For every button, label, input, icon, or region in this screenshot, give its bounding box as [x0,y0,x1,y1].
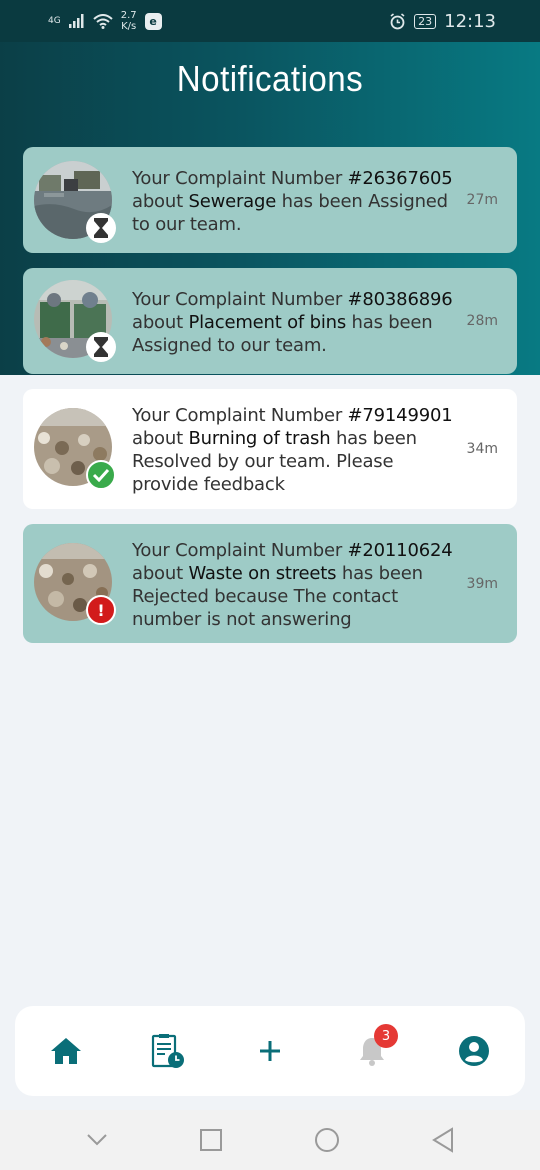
complaint-topic: Sewerage [188,191,277,212]
notification-message: Your Complaint Number #80386896 about Pl… [132,289,453,356]
nav-home[interactable] [36,1021,96,1081]
nav-notifications[interactable]: 3 [342,1021,402,1081]
battery-icon: 23 [414,13,437,29]
hide-keyboard-icon[interactable] [86,1133,108,1147]
nav-complaints-history[interactable] [138,1021,198,1081]
notification-message: Your Complaint Number #79149901 about Bu… [132,405,453,495]
complaint-thumbnail [34,408,116,490]
complaint-thumbnail [34,161,116,243]
notification-message: Your Complaint Number #20110624 about Wa… [132,540,453,630]
notification-count-badge: 3 [374,1024,398,1048]
notification-card[interactable]: ! Your Complaint Number #20110624 about … [23,524,517,643]
notification-card[interactable]: Your Complaint Number #79149901 about Bu… [23,389,517,509]
notification-card[interactable]: Your Complaint Number #26367605 about Se… [23,147,517,253]
recent-apps-icon[interactable] [199,1128,223,1152]
network-speed: 2.7 K/s [121,10,137,32]
complaint-number: #26367605 [347,168,453,189]
exclamation-icon: ! [86,595,116,625]
app-notification-icon: e [144,12,162,30]
notification-time: 28m [466,313,498,329]
profile-icon [459,1036,489,1066]
check-icon [86,460,116,490]
back-icon[interactable] [431,1127,455,1153]
hourglass-icon [86,332,116,362]
complaint-number: #79149901 [347,405,453,426]
complaint-topic: Waste on streets [188,563,337,584]
add-icon [260,1041,280,1061]
system-navigation-bar [0,1110,540,1170]
nav-profile[interactable] [444,1021,504,1081]
notification-time: 39m [466,576,498,592]
notification-time: 27m [466,192,498,208]
complaints-history-icon [151,1034,184,1068]
nav-add-complaint[interactable] [240,1021,300,1081]
status-bar: 4G 2.7 K/s e 23 12:13 [0,0,540,42]
clock: 12:13 [444,10,496,32]
hourglass-icon [86,213,116,243]
notification-time: 34m [466,441,498,457]
complaint-number: #80386896 [347,289,453,310]
complaint-topic: Burning of trash [188,428,331,449]
notification-message: Your Complaint Number #26367605 about Se… [132,168,453,235]
signal-icon [68,14,84,28]
page-title: Notifications [176,58,364,99]
wifi-icon [93,13,113,29]
complaint-number: #20110624 [347,540,453,561]
notification-card[interactable]: Your Complaint Number #80386896 about Pl… [23,268,517,374]
network-type: 4G [48,16,61,26]
speed-value: 2.7 [120,10,137,21]
alarm-icon [390,12,405,29]
home-icon [51,1038,81,1064]
home-button-icon[interactable] [314,1127,340,1153]
complaint-topic: Placement of bins [188,312,347,333]
bottom-navigation: 3 [15,1006,525,1096]
complaint-thumbnail: ! [34,543,116,625]
speed-unit: K/s [121,21,137,32]
complaint-thumbnail [34,280,116,362]
